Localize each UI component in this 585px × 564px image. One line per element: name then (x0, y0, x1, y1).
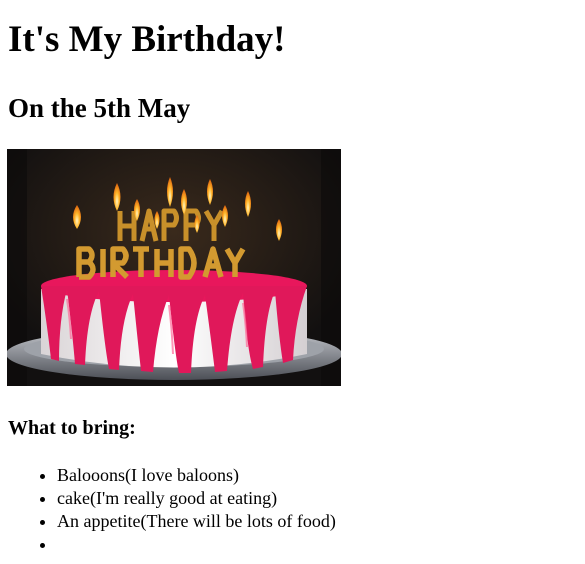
what-to-bring-heading: What to bring: (8, 417, 136, 439)
party-date: On the 5th May (8, 93, 191, 123)
bring-list: Balooons(I love baloons) cake(I'm really… (0, 464, 336, 556)
list-item: An appetite(There will be lots of food) (57, 510, 336, 533)
list-item: cake(I'm really good at eating) (57, 487, 336, 510)
page-title: It's My Birthday! (8, 19, 286, 60)
list-item: Balooons(I love baloons) (57, 464, 336, 487)
list-item (57, 533, 336, 556)
birthday-cake-image (7, 149, 341, 386)
